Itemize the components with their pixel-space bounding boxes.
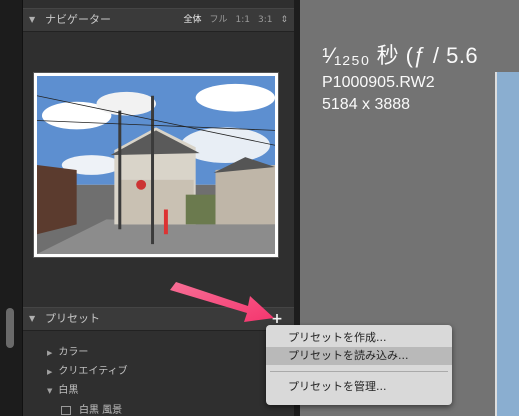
preset-context-menu: プリセットを作成... プリセットを読み込み... プリセットを管理... xyxy=(266,325,452,405)
preset-folder-color[interactable]: ▶ カラー xyxy=(47,343,88,358)
menu-item-manage-presets[interactable]: プリセットを管理... xyxy=(266,378,452,396)
menu-item-create-preset[interactable]: プリセットを作成... xyxy=(266,329,452,347)
expand-triangle-icon[interactable]: ▶ xyxy=(47,368,52,376)
presets-title: プリセット xyxy=(45,312,100,325)
preset-folder-bw[interactable]: ▼ 白黒 xyxy=(47,381,78,396)
preset-item-bw-landscape[interactable]: 白黒 風景 xyxy=(61,401,122,416)
left-panel: ▼ ナビゲーター 全体 フル 1:1 3:1 ⇕ ▼ プリセット + ▶ カラー… xyxy=(23,0,294,416)
zoom-option-fit[interactable]: 全体 xyxy=(183,9,201,31)
scrollbar-thumb[interactable] xyxy=(6,308,14,348)
street-photo xyxy=(37,76,275,254)
zoom-option-1-1[interactable]: 1:1 xyxy=(235,9,249,31)
menu-separator xyxy=(270,371,448,372)
photo-info-overlay: ¹⁄₁₂₅₀ 秒 (ƒ / 5.6 P1000905.RW2 5184 x 38… xyxy=(322,38,478,114)
navigator-header[interactable]: ▼ ナビゲーター 全体 フル 1:1 3:1 ⇕ xyxy=(23,8,294,32)
image-dimensions: 5184 x 3888 xyxy=(322,96,411,113)
collapse-triangle-icon[interactable]: ▼ xyxy=(47,387,52,395)
left-scroll-gutter xyxy=(0,0,23,416)
exposure-info: ¹⁄₁₂₅₀ 秒 (ƒ / 5.6 xyxy=(322,43,479,68)
filename: P1000905.RW2 xyxy=(322,74,435,91)
preset-folder-creative[interactable]: ▶ クリエイティブ xyxy=(47,362,128,377)
zoom-stepper-icon[interactable]: ⇕ xyxy=(280,9,288,31)
presets-header[interactable]: ▼ プリセット + xyxy=(23,307,294,331)
navigator-title: ナビゲーター xyxy=(45,13,111,26)
zoom-option-fill[interactable]: フル xyxy=(209,9,227,31)
add-preset-plus-icon[interactable]: + xyxy=(270,312,284,326)
expand-triangle-icon[interactable]: ▶ xyxy=(47,349,52,357)
collapse-triangle-icon[interactable]: ▼ xyxy=(29,308,35,330)
zoom-options: 全体 フル 1:1 3:1 ⇕ xyxy=(183,9,288,31)
zoom-option-3-1[interactable]: 3:1 xyxy=(258,9,272,31)
menu-item-import-preset[interactable]: プリセットを読み込み... xyxy=(266,347,452,365)
main-photo-edge[interactable] xyxy=(495,72,519,416)
navigator-preview-image[interactable] xyxy=(33,72,279,258)
collapse-triangle-icon[interactable]: ▼ xyxy=(29,9,35,31)
preset-page-icon xyxy=(61,405,71,415)
